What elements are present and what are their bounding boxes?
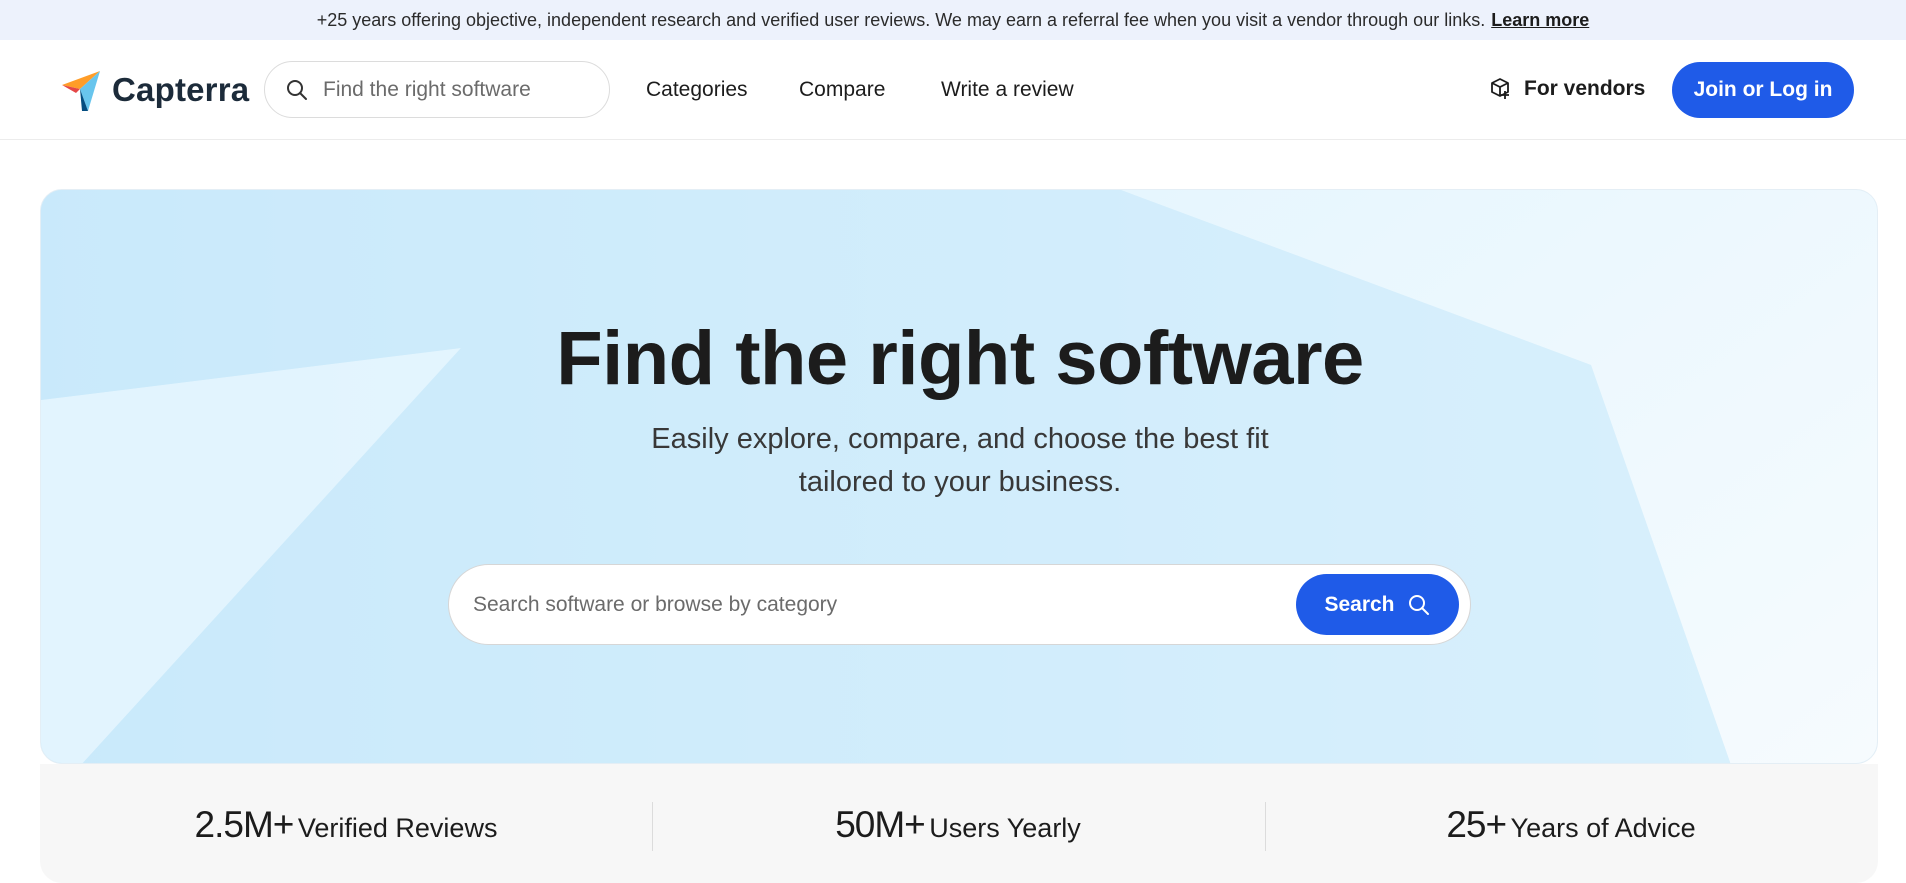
header-search[interactable] [264, 61, 610, 118]
for-vendors-label: For vendors [1524, 77, 1646, 100]
site-header: Capterra Categories Compare Write a revi… [0, 40, 1906, 140]
top-banner: +25 years offering objective, independen… [0, 0, 1906, 40]
stat-users: 50M+ Users Yearly [652, 804, 1264, 846]
hero-subtitle-line-2: tailored to your business. [798, 466, 1122, 498]
capterra-logo-icon [62, 71, 100, 111]
stat-number: 2.5M+ [194, 804, 295, 845]
hero-search-input[interactable] [473, 587, 1273, 623]
stat-number: 25+ [1446, 804, 1507, 845]
capterra-logo[interactable]: Capterra [62, 68, 249, 112]
stat-reviews: 2.5M+ Verified Reviews [40, 804, 652, 846]
package-icon [1491, 78, 1509, 99]
nav-compare[interactable]: Compare [799, 78, 885, 102]
stats-bar: 2.5M+ Verified Reviews 50M+ Users Yearly… [40, 764, 1878, 883]
learn-more-link[interactable]: Learn more [1491, 10, 1589, 31]
search-button-label: Search [1324, 592, 1395, 616]
search-icon [287, 79, 307, 100]
for-vendors-link[interactable]: For vendors [1488, 77, 1645, 101]
banner-text: +25 years offering objective, independen… [316, 9, 1486, 30]
hero-title: Find the right software [556, 316, 1364, 401]
nav-categories[interactable]: Categories [646, 78, 748, 102]
brand-name: Capterra [112, 71, 250, 108]
nav-write-review[interactable]: Write a review [941, 78, 1074, 102]
hero-subtitle-line-1: Easily explore, compare, and choose the … [651, 423, 1269, 455]
stat-years: 25+ Years of Advice [1265, 804, 1877, 846]
stat-label: Users Yearly [929, 813, 1081, 843]
stat-label: Years of Advice [1510, 813, 1696, 843]
stat-label: Verified Reviews [297, 813, 498, 843]
hero-search-bar[interactable]: Search [448, 564, 1471, 645]
hero-search-button[interactable]: Search [1296, 574, 1459, 635]
join-login-button[interactable]: Join or Log in [1672, 62, 1854, 118]
header-search-input[interactable] [323, 77, 593, 102]
stat-number: 50M+ [835, 804, 926, 845]
search-icon [1408, 594, 1429, 615]
hero-section: Find the right software Easily explore, … [40, 189, 1878, 764]
hero-subtitle: Easily explore, compare, and choose the … [610, 418, 1310, 504]
